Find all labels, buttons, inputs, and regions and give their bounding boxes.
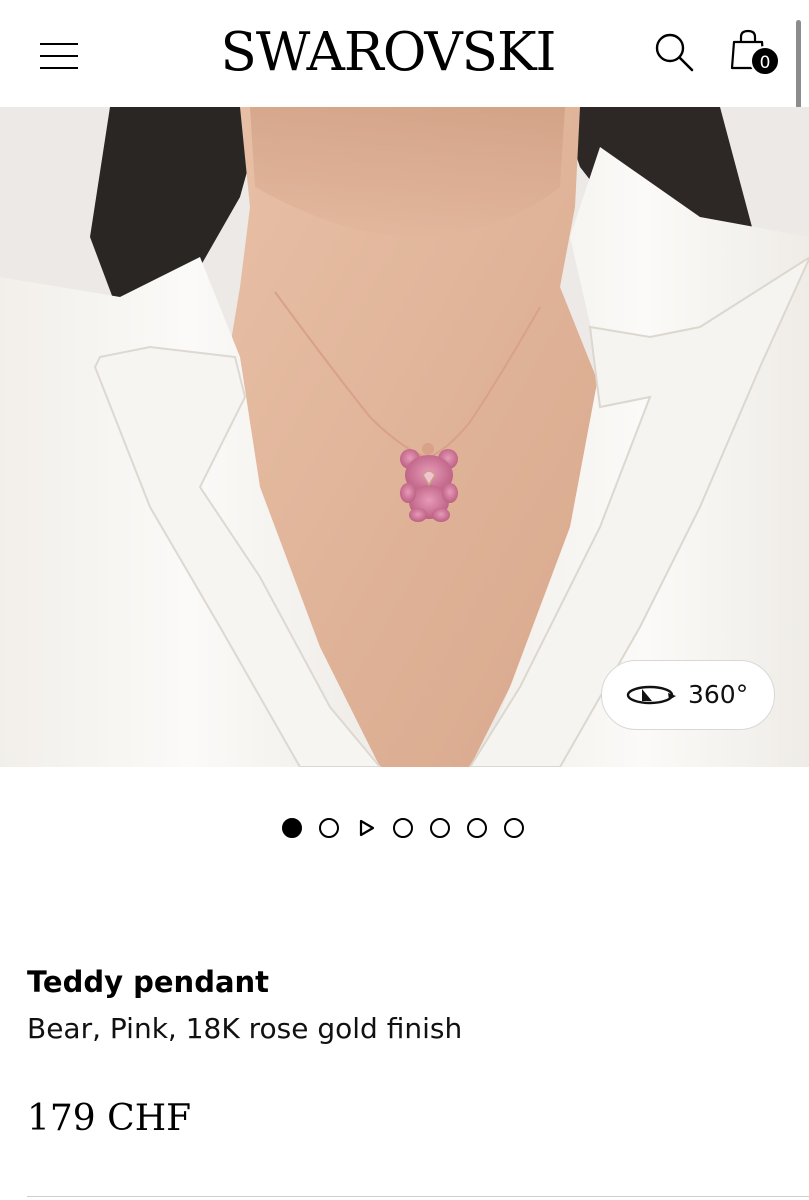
play-video-icon[interactable]	[356, 818, 376, 838]
divider	[27, 1196, 809, 1197]
view-360-button[interactable]: 360°	[601, 660, 775, 730]
pagination-dot-7[interactable]	[504, 818, 524, 838]
hamburger-menu-icon[interactable]	[40, 40, 80, 72]
pagination-dot-4[interactable]	[393, 818, 413, 838]
pagination-dot-5[interactable]	[430, 818, 450, 838]
brand-logo[interactable]: SWAROVSKI	[196, 18, 580, 88]
gallery-pagination	[278, 815, 538, 841]
product-price: 179 CHF	[27, 1098, 192, 1139]
shopping-bag-icon[interactable]: 0	[730, 28, 784, 80]
product-name: Teddy pendant	[27, 965, 270, 999]
search-icon[interactable]	[652, 30, 696, 74]
pagination-dot-6[interactable]	[467, 818, 487, 838]
pagination-dot-1[interactable]	[282, 818, 302, 838]
product-image[interactable]: 360°	[0, 107, 809, 767]
site-header: SWAROVSKI 0	[0, 0, 809, 215]
cart-count-badge: 0	[750, 46, 780, 76]
product-description: Bear, Pink, 18K rose gold finish	[27, 1012, 463, 1045]
rotate-360-icon	[626, 685, 676, 705]
pagination-dot-2[interactable]	[319, 818, 339, 838]
view-360-label: 360°	[688, 680, 749, 709]
